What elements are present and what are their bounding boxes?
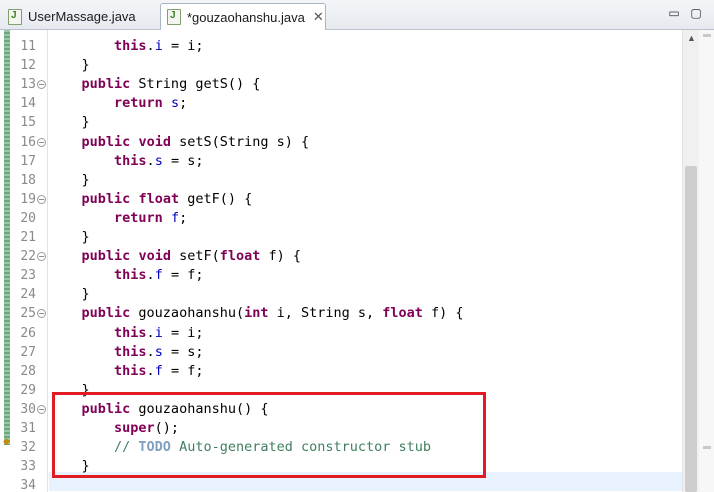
overview-marker[interactable] (703, 446, 711, 449)
code-line[interactable]: this.s = s; (49, 343, 203, 362)
line-number: 18 (20, 172, 36, 188)
java-file-icon (8, 8, 22, 25)
editor-tab-bar: UserMassage.java *gouzaohanshu.java ✕ ▭ … (0, 0, 714, 30)
line-number: 22 (20, 249, 36, 265)
vertical-scrollbar[interactable]: ▲ (682, 30, 699, 492)
line-number: 26 (20, 325, 36, 341)
line-number: 34 (20, 478, 36, 492)
line-number: 27 (20, 344, 36, 360)
code-line[interactable]: public gouzaohanshu(int i, String s, flo… (49, 304, 464, 323)
code-line[interactable]: return s; (49, 94, 187, 113)
code-line[interactable]: this.s = s; (49, 152, 203, 171)
line-number: 19 (20, 191, 36, 207)
tab-usermassage-java[interactable]: UserMassage.java (2, 3, 158, 30)
line-number: 13 (20, 77, 36, 93)
overview-ruler (699, 30, 714, 492)
fold-toggle-icon[interactable]: − (37, 137, 46, 147)
code-line[interactable]: this.i = i; (49, 324, 203, 343)
fold-toggle-icon[interactable]: − (37, 309, 46, 319)
code-line[interactable]: } (49, 285, 90, 304)
line-number: 17 (20, 153, 36, 169)
tab-label: UserMassage.java (28, 9, 136, 24)
line-number: 21 (20, 230, 36, 245)
maximize-button[interactable]: ▢ (688, 6, 704, 20)
line-number: 14 (20, 96, 36, 112)
line-number: 30 (20, 401, 36, 417)
line-number: 29 (20, 382, 36, 398)
line-number: 16 (20, 134, 36, 150)
fold-toggle-icon[interactable]: − (37, 404, 46, 414)
line-number: 25 (20, 306, 36, 322)
java-file-icon (167, 9, 181, 25)
line-number: 15 (20, 115, 36, 131)
fold-toggle-icon[interactable]: − (37, 252, 46, 262)
line-number: 23 (20, 268, 36, 284)
line-number: 28 (20, 363, 36, 379)
code-line[interactable]: public String getS() { (49, 75, 261, 94)
code-line[interactable]: } (49, 228, 90, 247)
code-line[interactable]: return f; (49, 209, 187, 228)
line-number: 33 (20, 459, 36, 475)
tab-label: *gouzaohanshu.java (187, 9, 305, 25)
overview-marker[interactable] (703, 34, 711, 37)
fold-toggle-icon[interactable]: − (37, 80, 46, 90)
line-number: 32 (20, 440, 36, 456)
line-number: 20 (20, 210, 36, 226)
line-number: 11 (20, 39, 36, 54)
scroll-up-icon[interactable]: ▲ (683, 30, 700, 46)
fold-toggle-icon[interactable]: − (37, 194, 46, 204)
line-number: 12 (20, 58, 36, 74)
code-line[interactable]: this.i = i; (49, 37, 203, 56)
close-icon[interactable]: ✕ (313, 9, 324, 25)
code-line[interactable]: this.f = f; (49, 266, 203, 285)
code-line[interactable]: } (49, 56, 90, 75)
code-line[interactable]: public void setS(String s) { (49, 133, 310, 152)
change-annotation-stripe (4, 30, 10, 445)
code-line[interactable]: } (49, 171, 90, 190)
code-line[interactable]: public float getF() { (49, 190, 253, 209)
line-number: 24 (20, 287, 36, 303)
highlight-annotation-box (52, 392, 486, 478)
minimize-button[interactable]: ▭ (666, 6, 682, 20)
code-line[interactable]: } (49, 113, 90, 132)
tab-gouzaohanshu-java[interactable]: *gouzaohanshu.java ✕ (160, 3, 326, 30)
code-line[interactable]: this.f = f; (49, 362, 203, 381)
scrollbar-thumb[interactable] (685, 166, 697, 492)
line-number: 31 (20, 421, 36, 436)
code-line[interactable]: public void setF(float f) { (49, 247, 302, 266)
